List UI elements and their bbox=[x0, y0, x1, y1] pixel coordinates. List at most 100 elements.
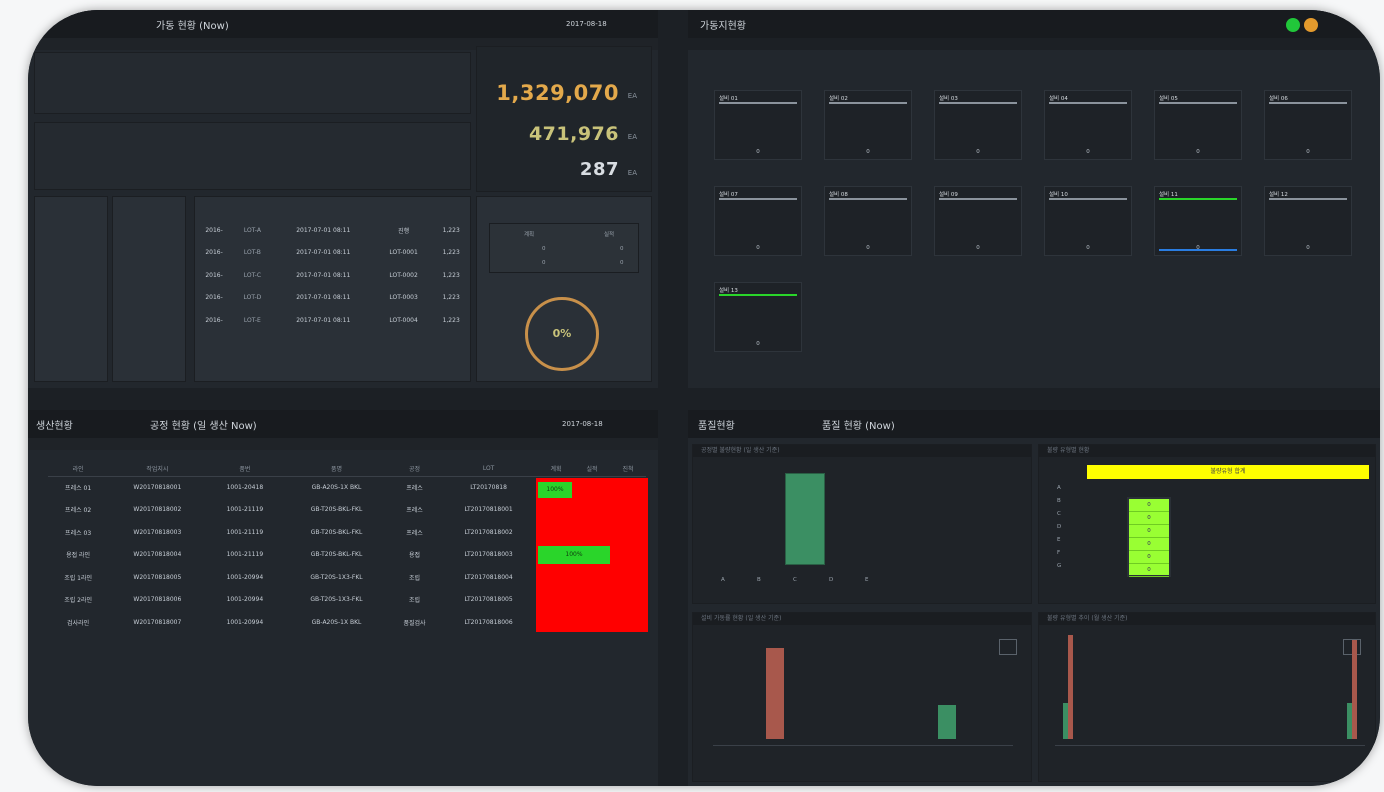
column-header[interactable]: LOT bbox=[439, 462, 538, 477]
table-row[interactable]: 2016- LOT-B 2017-07-01 08:11 LOT-0001 1,223 bbox=[195, 242, 470, 265]
card-value: 0 bbox=[866, 149, 870, 155]
status-cell bbox=[610, 611, 646, 634]
status-green-icon bbox=[1286, 18, 1300, 32]
table-cell: LT20170818002 bbox=[464, 528, 513, 536]
defect-bar bbox=[785, 473, 825, 565]
table-cell: W20170818002 bbox=[133, 506, 182, 514]
column-header[interactable]: 진척 bbox=[610, 462, 646, 477]
chart-area-bottom bbox=[34, 122, 471, 190]
defect-by-process-chart: 공정별 불량현황 (일 생산 기준) A B C D E bbox=[692, 444, 1032, 604]
equipment-card[interactable]: 설비 06 0 bbox=[1264, 90, 1352, 160]
table-row[interactable]: 용접 라인 W20170818004 1001-21119 GB-T20S-BKL-F… bbox=[48, 544, 646, 567]
card-title: 설비 11 bbox=[1159, 192, 1178, 198]
lime-cell: 0 bbox=[1129, 551, 1169, 564]
equipment-card[interactable]: 설비 03 0 bbox=[934, 90, 1022, 160]
status-cell bbox=[610, 544, 646, 567]
table-cell: 2016- bbox=[205, 249, 223, 257]
side-cell: 0 bbox=[542, 260, 546, 266]
status-orange-icon bbox=[1304, 18, 1318, 32]
table-cell: W20170818005 bbox=[133, 573, 182, 581]
equipment-card[interactable]: 설비 12 0 bbox=[1264, 186, 1352, 256]
lime-cell: 0 bbox=[1129, 525, 1169, 538]
table-cell: LOT-B bbox=[243, 249, 261, 257]
side-cell: 0 bbox=[620, 260, 624, 266]
equipment-card[interactable]: 설비 07 0 bbox=[714, 186, 802, 256]
equipment-card[interactable]: 설비 01 0 bbox=[714, 90, 802, 160]
card-value: 0 bbox=[756, 149, 760, 155]
table-row[interactable]: 프레스 02 W20170818002 1001-21119 GB-T20S-BKL-… bbox=[48, 499, 646, 522]
table-row[interactable]: 조립 1라인 W20170818005 1001-20994 GB-T20S-1X3-… bbox=[48, 566, 646, 589]
table-cell: 2017-07-01 08:11 bbox=[296, 271, 351, 279]
table-cell: LT20170818 bbox=[470, 484, 507, 491]
table-row[interactable]: 2016- LOT-A 2017-07-01 08:11 진행 1,223 bbox=[195, 219, 470, 242]
card-title: 설비 12 bbox=[1269, 192, 1288, 198]
category-label: D bbox=[829, 577, 834, 583]
column-header[interactable]: 품번 bbox=[206, 462, 284, 477]
equipment-card[interactable]: 설비 13 0 bbox=[714, 282, 802, 352]
column-header[interactable]: 품명 bbox=[283, 462, 390, 477]
table-row[interactable]: 2016- LOT-D 2017-07-01 08:11 LOT-0003 1,223 bbox=[195, 287, 470, 310]
table-cell: 1001-20994 bbox=[226, 596, 264, 604]
tab-production[interactable]: 생산현황 bbox=[36, 417, 73, 432]
panel-header: 가동 현황 (Now) 2017-08-18 bbox=[28, 10, 658, 38]
tab-quality[interactable]: 품질현황 bbox=[698, 417, 735, 432]
card-line bbox=[1269, 102, 1347, 104]
equipment-card[interactable]: 설비 08 0 bbox=[824, 186, 912, 256]
column-header[interactable]: 작업지시 bbox=[108, 462, 207, 477]
x-axis-labels bbox=[713, 745, 1013, 765]
equipment-card[interactable]: 설비 05 0 bbox=[1154, 90, 1242, 160]
table-cell: LOT-D bbox=[243, 294, 262, 302]
row-label: E bbox=[1057, 537, 1061, 543]
table-row[interactable]: 프레스 01 W20170818001 1001-20418 GB-A20S-1X B… bbox=[48, 476, 646, 499]
card-line bbox=[719, 294, 797, 296]
table-cell: LOT-A bbox=[243, 226, 261, 234]
chart-title: 공정별 불량현황 (일 생산 기준) bbox=[693, 445, 1031, 457]
row-label: D bbox=[1057, 524, 1062, 530]
side-cell: 0 bbox=[620, 246, 624, 252]
equipment-card[interactable]: 설비 09 0 bbox=[934, 186, 1022, 256]
status-cell bbox=[538, 499, 574, 522]
equipment-card[interactable]: 설비 02 0 bbox=[824, 90, 912, 160]
status-cell bbox=[610, 589, 646, 612]
lime-cell: 0 bbox=[1129, 564, 1169, 577]
card-line bbox=[1159, 198, 1237, 200]
chart-categories: A B C D E bbox=[721, 577, 901, 587]
category-label: B bbox=[757, 577, 761, 583]
table-cell: W20170818004 bbox=[133, 551, 182, 559]
card-title: 설비 06 bbox=[1269, 96, 1288, 102]
equipment-card[interactable]: 설비 04 0 bbox=[1044, 90, 1132, 160]
table-row[interactable]: 조립 2라인 W20170818006 1001-20994 GB-T20S-1X3-… bbox=[48, 589, 646, 612]
column-header[interactable]: 라인 bbox=[48, 462, 109, 477]
card-title: 설비 13 bbox=[719, 288, 738, 294]
column-header[interactable]: 공정 bbox=[389, 462, 440, 477]
equipment-card[interactable]: 설비 10 0 bbox=[1044, 186, 1132, 256]
status-cell bbox=[610, 566, 646, 589]
order-table: 2016- LOT-A 2017-07-01 08:11 진행 1,223 2016- LO… bbox=[195, 219, 470, 332]
table-cell: 2016- bbox=[205, 316, 223, 324]
table-row[interactable]: 2016- LOT-E 2017-07-01 08:11 LOT-0004 1,223 bbox=[195, 309, 470, 332]
x-axis-labels bbox=[1055, 745, 1365, 765]
table-cell: 2016- bbox=[205, 226, 223, 234]
status-cell bbox=[574, 611, 610, 634]
panel-subheader bbox=[688, 38, 1380, 50]
column-header[interactable]: 계획 bbox=[538, 462, 574, 477]
card-line bbox=[829, 102, 907, 104]
table-cell: 프레스 bbox=[406, 529, 423, 537]
table-row[interactable]: 검사라인 W20170818007 1001-20994 GB-A20S-1X BKL… bbox=[48, 611, 646, 634]
kpi-value-3: 287 bbox=[579, 159, 619, 180]
table-row[interactable]: 2016- LOT-C 2017-07-01 08:11 LOT-0002 1,223 bbox=[195, 264, 470, 287]
column-header[interactable]: 실적 bbox=[574, 462, 610, 477]
side-head-actual: 실적 bbox=[604, 232, 615, 238]
card-blue-line bbox=[1159, 249, 1237, 251]
card-value: 0 bbox=[1306, 245, 1310, 251]
trend-bar bbox=[1352, 640, 1358, 739]
order-list: 2016- LOT-A 2017-07-01 08:11 진행 1,223 2016- LO… bbox=[194, 196, 471, 382]
card-line bbox=[939, 102, 1017, 104]
table-cell: 1,223 bbox=[442, 316, 460, 324]
equipment-card[interactable]: 설비 11 0 bbox=[1154, 186, 1242, 256]
table-cell: 2017-07-01 08:11 bbox=[296, 226, 351, 234]
kpi-unit-1: EA bbox=[627, 92, 637, 100]
card-title: 설비 02 bbox=[829, 96, 848, 102]
table-cell: 1001-21119 bbox=[226, 506, 264, 514]
table-row[interactable]: 프레스 03 W20170818003 1001-21119 GB-T20S-BKL-… bbox=[48, 521, 646, 544]
